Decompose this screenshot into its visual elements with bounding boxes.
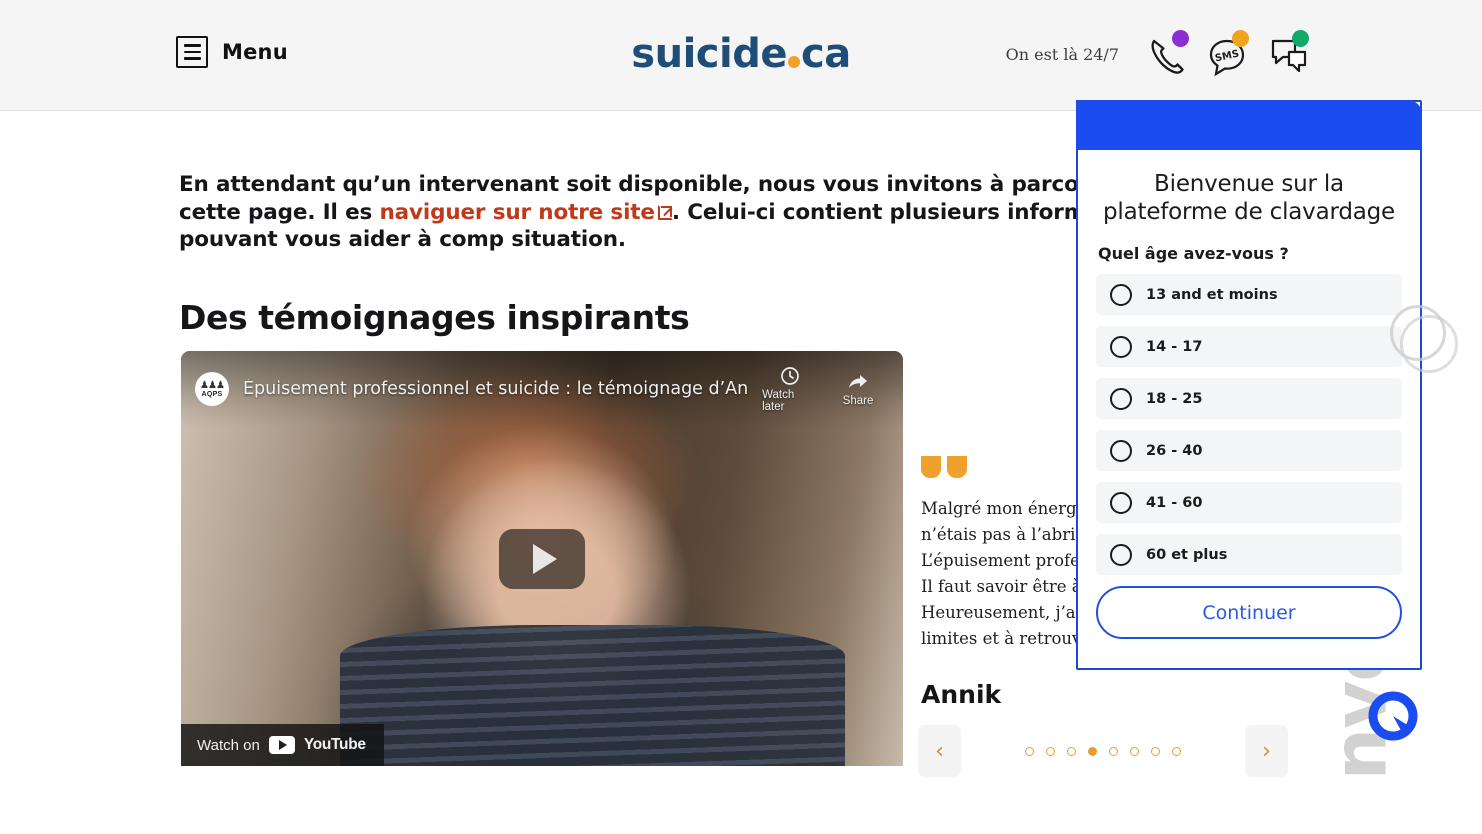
radio-circle-icon (1110, 543, 1132, 566)
video-title: Épuisement professionnel et suicide : le… (243, 379, 749, 399)
aqps-channel-label: AQPS (201, 390, 223, 398)
aqps-people-icon: ♟♟♟ (200, 379, 225, 391)
chat-widget-header-bar[interactable] (1076, 100, 1422, 150)
video-top-overlay: ♟♟♟ AQPS Épuisement professionnel et sui… (181, 351, 903, 427)
radio-circle-icon (1110, 387, 1132, 410)
sms-icon[interactable]: SMS (1203, 28, 1251, 80)
watch-later-button[interactable]: Watch later (762, 366, 817, 413)
carousel-dot[interactable] (1151, 746, 1160, 756)
age-option-label: 26 - 40 (1146, 442, 1203, 459)
share-arrow-icon (849, 374, 867, 388)
aqps-channel-avatar[interactable]: ♟♟♟ AQPS (195, 372, 229, 406)
age-option[interactable]: 60 et plus (1096, 534, 1402, 576)
continue-button[interactable]: Continuer (1096, 586, 1402, 640)
sms-status-badge (1232, 30, 1249, 47)
age-option-label: 13 and et moins (1146, 286, 1278, 303)
carousel-dot[interactable] (1046, 746, 1055, 756)
watch-on-youtube-button[interactable]: Watch on YouTube (181, 724, 384, 766)
clock-icon (780, 366, 799, 385)
chat-welcome-line-2: plateforme de clavardage (1103, 199, 1395, 226)
carousel-prev-button[interactable]: ‹ (918, 725, 961, 777)
external-link-icon (657, 204, 673, 220)
chat-widget-body: Bienvenue sur la plateforme de clavardag… (1078, 150, 1420, 668)
section-title: Des témoignages inspirants (179, 298, 690, 337)
age-option-label: 18 - 25 (1146, 390, 1203, 407)
carousel-dot[interactable] (1025, 746, 1034, 756)
menu-button[interactable]: Menu (176, 36, 288, 68)
age-option[interactable]: 14 - 17 (1096, 326, 1402, 368)
radio-circle-icon (1110, 283, 1132, 306)
age-option-label: 14 - 17 (1146, 338, 1203, 355)
age-option-label: 60 et plus (1146, 546, 1228, 563)
oventive-logo-icon[interactable] (1365, 688, 1421, 744)
intro-external-link[interactable]: naviguer sur notre site (379, 199, 673, 225)
age-option[interactable]: 41 - 60 (1096, 482, 1402, 524)
carousel-dot[interactable] (1172, 746, 1181, 756)
phone-status-badge (1172, 30, 1189, 47)
watch-later-label: Watch later (762, 388, 795, 413)
brand-logo-link[interactable]: suicide ca (631, 31, 851, 77)
brand-name-part2: ca (800, 31, 851, 77)
carousel-dot[interactable] (1109, 746, 1118, 756)
testimonial-author: Annik (921, 680, 1002, 710)
phone-icon[interactable] (1143, 28, 1191, 80)
svg-text:SMS: SMS (1214, 49, 1240, 65)
availability-text: On est là 24/7 (1005, 44, 1119, 64)
carousel-next-button[interactable]: › (1245, 725, 1288, 777)
chat-welcome-heading: Bienvenue sur la plateforme de clavardag… (1096, 170, 1402, 226)
header-contact-group: On est là 24/7 SMS (1006, 28, 1311, 80)
chat-welcome-line-1: Bienvenue sur la (1154, 171, 1344, 197)
carousel-dot[interactable] (1088, 746, 1097, 756)
youtube-play-icon (268, 736, 295, 754)
chat-bubbles-icon[interactable] (1263, 28, 1311, 80)
brand-name-part1: suicide (631, 31, 787, 77)
menu-button-label: Menu (222, 40, 288, 64)
share-button[interactable]: Share (831, 372, 885, 407)
age-option[interactable]: 18 - 25 (1096, 378, 1402, 420)
chat-widget: Bienvenue sur la plateforme de clavardag… (1076, 100, 1422, 670)
carousel-dot-list (1025, 746, 1181, 756)
radio-circle-icon (1110, 439, 1132, 462)
carousel-dot[interactable] (1067, 746, 1076, 756)
intro-link-label: naviguer sur notre site (379, 199, 656, 225)
page-root: Menu suicide ca On est là 24/7 SMS En at… (0, 0, 1482, 834)
chat-status-badge (1292, 30, 1309, 47)
carousel-dot[interactable] (1130, 746, 1139, 756)
play-button-icon[interactable] (499, 528, 585, 589)
brand-dot-icon (787, 56, 800, 68)
intro-paragraph: En attendant qu’un intervenant soit disp… (179, 171, 1189, 254)
testimonial-carousel-nav: ‹ › (918, 723, 1288, 779)
site-header: Menu suicide ca On est là 24/7 SMS (0, 0, 1482, 111)
oventive-logo-glyph (1368, 691, 1418, 741)
share-label: Share (842, 394, 874, 407)
hamburger-menu-icon (176, 36, 208, 68)
chat-age-question: Quel âge avez-vous ? (1098, 244, 1289, 264)
age-option[interactable]: 26 - 40 (1096, 430, 1402, 472)
radio-circle-icon (1110, 335, 1132, 358)
watch-on-label: Watch on (197, 736, 260, 754)
age-option[interactable]: 13 and et moins (1096, 274, 1402, 316)
age-option-list: 13 and et moins 14 - 17 18 - 25 26 - 40 41 -… (1096, 274, 1402, 576)
radio-circle-icon (1110, 491, 1132, 514)
youtube-wordmark: YouTube (303, 736, 366, 753)
age-option-label: 41 - 60 (1146, 494, 1203, 511)
video-player[interactable]: ♟♟♟ AQPS Épuisement professionnel et sui… (181, 351, 903, 766)
intro-text-3: situation. (511, 227, 626, 253)
